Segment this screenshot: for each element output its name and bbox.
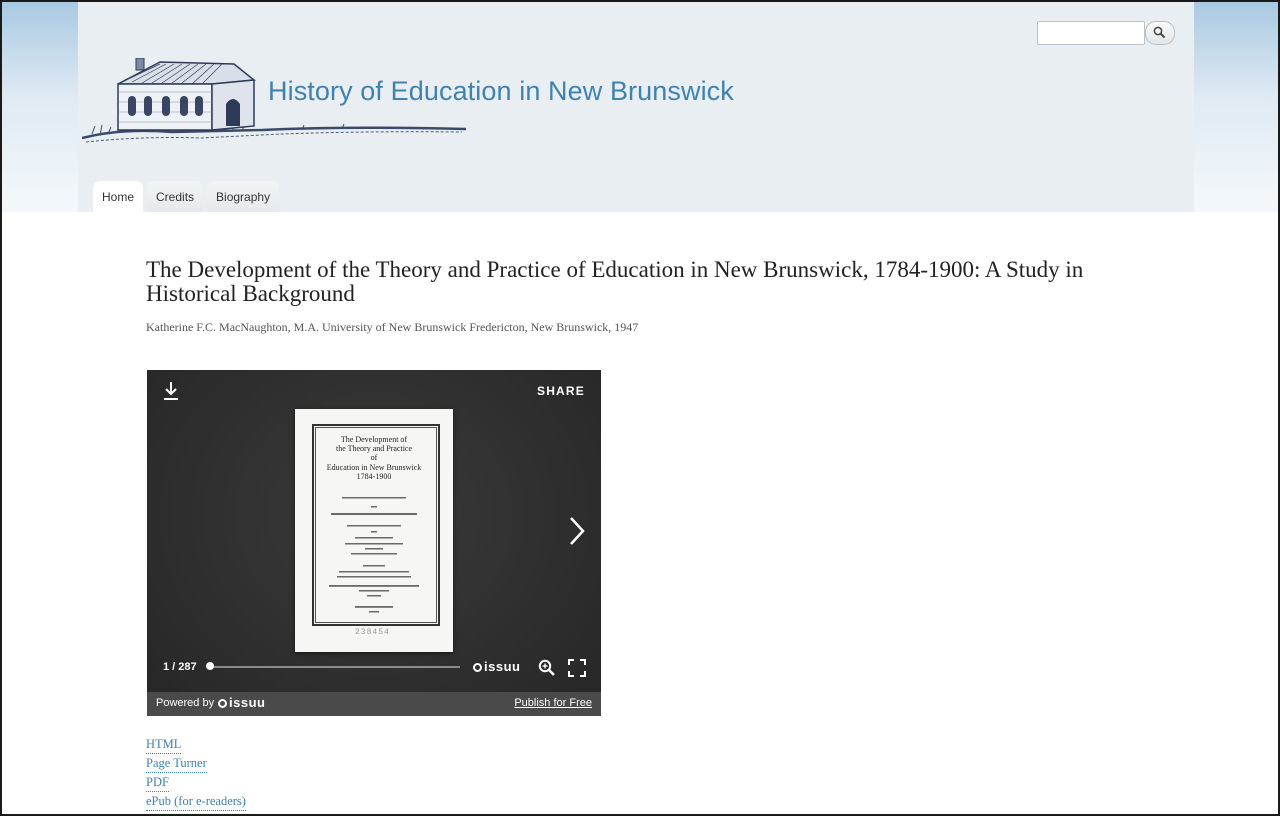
issuu-document-viewer[interactable]: SHARE The Development of the Theory and … [147,370,601,716]
issuu-logo-icon [473,663,482,672]
page-title: The Development of the Theory and Practi… [146,257,1084,306]
cover-fine-print [329,497,419,613]
page-scrubber-handle[interactable] [206,662,214,670]
tab-home[interactable]: Home [93,181,144,212]
viewer-top-bar: SHARE [147,370,601,410]
site-name[interactable]: History of Education in New Brunswick [268,76,734,107]
cover-title: The Development of the Theory and Practi… [326,435,422,481]
page-indicator: 1 / 287 [163,661,197,673]
tab-biography[interactable]: Biography [207,181,280,212]
powered-by-issuu-logo[interactable]: issuu [218,695,265,710]
site-header: History of Education in New Brunswick Ho… [78,2,1194,212]
viewer-footer: Powered by issuu Publish for Free [147,692,601,716]
powered-by-label: Powered by [156,697,215,709]
viewer-controls: 1 / 287 issuu [147,652,601,682]
tab-credits[interactable]: Credits [147,181,204,212]
share-button[interactable]: SHARE [537,384,585,398]
format-link-pdf[interactable]: PDF [146,773,169,792]
next-page-arrow-icon[interactable] [569,516,585,546]
page-scrubber-track[interactable] [210,666,460,668]
search-icon [1153,26,1166,39]
article-byline: Katherine F.C. MacNaughton, M.A. Univers… [146,320,639,334]
format-link-epub[interactable]: ePub (for e-readers) [146,792,246,811]
issuu-logo-icon [218,699,227,708]
search-button[interactable] [1145,21,1175,45]
fullscreen-icon[interactable] [568,659,586,677]
zoom-icon[interactable] [538,659,556,677]
main-navigation: Home Credits Biography [93,181,280,212]
download-icon[interactable] [163,381,179,401]
cover-stamp: 238454 [355,628,390,637]
format-link-html[interactable]: HTML [146,735,182,754]
format-link-page-turner[interactable]: Page Turner [146,754,207,773]
issuu-logo[interactable]: issuu [473,659,520,674]
document-page-preview[interactable]: The Development of the Theory and Practi… [295,409,453,652]
publish-for-free-link[interactable]: Publish for Free [514,697,592,709]
format-links: HTML Page Turner PDF ePub (for e-readers… [146,735,246,811]
search-input[interactable] [1037,21,1145,45]
